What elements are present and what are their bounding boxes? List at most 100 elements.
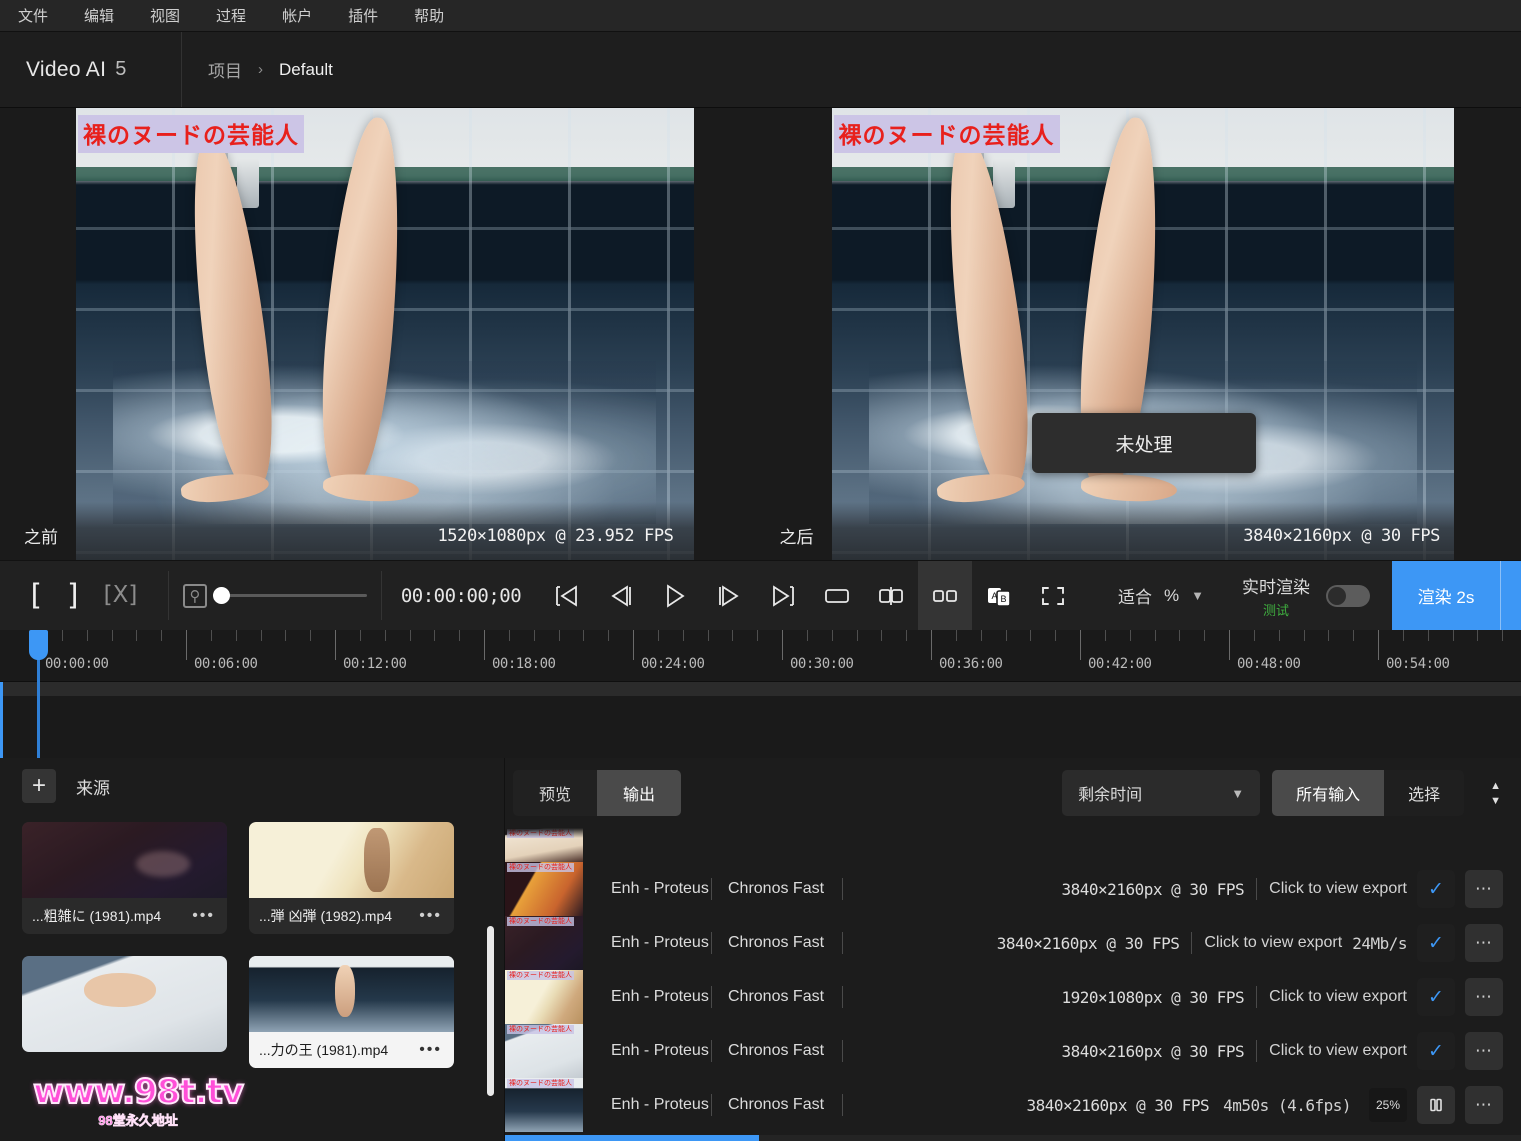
ruler-minor-tick xyxy=(1179,630,1181,641)
app-title: Video AI 5 xyxy=(0,32,182,107)
row-thumbnail-caption: 裸のヌードの芸能人 xyxy=(507,829,574,838)
fullscreen-button[interactable] xyxy=(1026,561,1080,630)
source-menu-button[interactable]: ••• xyxy=(419,907,442,925)
zoom-slider-handle[interactable] xyxy=(213,587,230,604)
source-card[interactable]: ...弾 凶弾 (1982).mp4 ••• xyxy=(249,822,454,934)
mark-out-button[interactable]: ] xyxy=(67,581,78,610)
viewer-pane-before[interactable]: 裸のヌードの芸能人 1520×1080px @ 23.952 FPS 之前 xyxy=(0,108,761,560)
row-status-check-icon[interactable]: ✓ xyxy=(1417,978,1455,1016)
render-progress-fill xyxy=(505,1135,759,1141)
table-row-active[interactable]: 裸のヌードの芸能人 Enh - Proteus Chronos Fast 384… xyxy=(505,1078,1521,1132)
timeline-track[interactable] xyxy=(0,682,1521,696)
video-frame-before[interactable]: 裸のヌードの芸能人 1520×1080px @ 23.952 FPS xyxy=(76,108,694,560)
row-status-check-icon[interactable]: ✓ xyxy=(1417,1032,1455,1070)
chevron-down-icon[interactable]: ▼ xyxy=(1191,588,1204,603)
ruler-major-tick xyxy=(484,630,485,660)
render-button[interactable]: 渲染 2s xyxy=(1392,561,1500,630)
row-model: Enh - Proteus xyxy=(611,934,709,951)
viewer-pane-after[interactable]: 裸のヌードの芸能人 3840×2160px @ 30 FPS 之后 xyxy=(760,108,1521,560)
source-thumbnail xyxy=(22,956,227,1052)
sources-scrollbar[interactable] xyxy=(487,926,494,1096)
view-single-button[interactable] xyxy=(810,561,864,630)
view-split-button[interactable] xyxy=(864,561,918,630)
menu-item-process[interactable]: 过程 xyxy=(216,5,246,26)
breadcrumb-project[interactable]: 项目 xyxy=(208,57,242,82)
watermark-overlay: www.98t.tv 98堂永久地址 xyxy=(18,1071,258,1129)
ruler-minor-tick xyxy=(856,630,858,641)
row-pause-button[interactable] xyxy=(1417,1086,1455,1124)
timeline[interactable]: 00:00:00 00:06:00 00:12:00 00:18:00 00:24:00… xyxy=(0,630,1521,758)
row-eta: 4m50s (4.6fps) xyxy=(1223,1095,1351,1115)
view-ab-compare-button[interactable]: A B xyxy=(972,561,1026,630)
source-card[interactable] xyxy=(22,956,227,1052)
playhead-handle[interactable] xyxy=(29,630,48,660)
video-frame-after[interactable]: 裸のヌードの芸能人 3840×2160px @ 30 FPS xyxy=(831,108,1454,560)
ruler-minor-tick xyxy=(161,630,163,641)
add-source-button[interactable]: + xyxy=(22,769,56,803)
source-menu-button[interactable]: ••• xyxy=(192,907,215,925)
clear-marks-button[interactable]: [X] xyxy=(104,584,138,607)
ruler-minor-tick xyxy=(310,630,312,641)
row-menu-button[interactable]: ⋯ xyxy=(1465,1032,1503,1070)
tab-preview[interactable]: 预览 xyxy=(513,770,598,816)
row-thumbnail-caption: 裸のヌードの芸能人 xyxy=(507,971,574,980)
mark-in-button[interactable]: [ xyxy=(31,581,42,610)
skip-to-start-button[interactable] xyxy=(540,561,594,630)
table-row[interactable]: 裸のヌードの芸能人 Enh - Proteus Chronos Fast 192… xyxy=(505,970,1521,1024)
row-menu-button[interactable]: ⋯ xyxy=(1465,924,1503,962)
breadcrumb-current[interactable]: Default xyxy=(279,60,333,80)
row-view-export-link[interactable]: Click to view export xyxy=(1192,934,1342,952)
ruler-minor-tick xyxy=(1129,630,1131,641)
source-menu-button[interactable]: ••• xyxy=(419,1041,442,1059)
table-row[interactable]: 裸のヌードの芸能人 Enh - Proteus Chronos Fast 384… xyxy=(505,916,1521,970)
render-options-button[interactable] xyxy=(1500,561,1521,630)
timeline-ruler[interactable]: 00:00:00 00:06:00 00:12:00 00:18:00 00:24:00… xyxy=(0,630,1521,682)
row-menu-button[interactable]: ⋯ xyxy=(1465,870,1503,908)
row-thumbnail-caption: 裸のヌードの芸能人 xyxy=(507,1079,574,1088)
step-backward-button[interactable] xyxy=(594,561,648,630)
sort-order-button[interactable]: ▲ ▼ xyxy=(1490,780,1501,807)
row-view-export-link[interactable]: Click to view export xyxy=(1257,880,1407,898)
filter-selection[interactable]: 选择 xyxy=(1384,770,1465,816)
video-artwork-before xyxy=(76,108,694,560)
play-button[interactable] xyxy=(648,561,702,630)
ruler-minor-tick xyxy=(906,630,908,641)
table-row[interactable]: 裸のヌードの芸能人 xyxy=(505,828,1521,862)
output-list[interactable]: 裸のヌードの芸能人 裸のヌードの芸能人 Enh - Proteus Chrono… xyxy=(505,828,1521,1141)
source-card-selected[interactable]: ...力の王 (1981).mp4 ••• xyxy=(249,956,454,1068)
ruler-minor-tick xyxy=(1005,630,1007,641)
menu-item-view[interactable]: 视图 xyxy=(150,5,180,26)
skip-to-end-button[interactable] xyxy=(756,561,810,630)
menu-item-help[interactable]: 帮助 xyxy=(414,5,444,26)
view-side-by-side-button[interactable] xyxy=(918,561,972,630)
tab-output[interactable]: 输出 xyxy=(597,770,682,816)
live-render-toggle[interactable] xyxy=(1326,584,1370,607)
row-view-export-link[interactable]: Click to view export xyxy=(1257,988,1407,1006)
remaining-time-dropdown[interactable]: 剩余时间 ▼ xyxy=(1062,770,1261,816)
table-row[interactable]: 裸のヌードの芸能人 Enh - Proteus Chronos Fast 384… xyxy=(505,1024,1521,1078)
table-row[interactable]: 裸のヌードの芸能人 Enh - Proteus Chronos Fast 384… xyxy=(505,862,1521,916)
source-card[interactable]: ...粗雑に (1981).mp4 ••• xyxy=(22,822,227,934)
menu-item-file[interactable]: 文件 xyxy=(18,5,48,26)
step-forward-button[interactable] xyxy=(702,561,756,630)
ruler-minor-tick xyxy=(1055,630,1057,641)
menu-item-plugins[interactable]: 插件 xyxy=(348,5,378,26)
row-menu-button[interactable]: ⋯ xyxy=(1465,978,1503,1016)
row-resolution: 3840×2160px @ 30 FPS xyxy=(1026,1095,1210,1115)
row-view-export-link[interactable]: Click to view export xyxy=(1257,1042,1407,1060)
row-menu-button[interactable]: ⋯ xyxy=(1465,1086,1503,1124)
fit-zoom-selector[interactable]: 适合 % ▼ xyxy=(1080,561,1242,630)
zoom-slider[interactable] xyxy=(213,587,367,604)
menu-item-edit[interactable]: 编辑 xyxy=(84,5,114,26)
row-status-check-icon[interactable]: ✓ xyxy=(1417,924,1455,962)
ruler-minor-tick xyxy=(1030,630,1032,641)
timeline-playhead[interactable] xyxy=(29,630,48,758)
ruler-minor-tick xyxy=(111,630,113,641)
zoom-icon[interactable]: ⚲ xyxy=(183,583,207,608)
row-thumbnail: 裸のヌードの芸能人 xyxy=(505,1024,583,1078)
row-status-check-icon[interactable]: ✓ xyxy=(1417,870,1455,908)
toggle-knob xyxy=(1328,586,1346,605)
filter-all-inputs[interactable]: 所有输入 xyxy=(1272,770,1385,816)
ruler-minor-tick xyxy=(61,630,63,641)
menu-item-account[interactable]: 帐户 xyxy=(282,5,312,26)
